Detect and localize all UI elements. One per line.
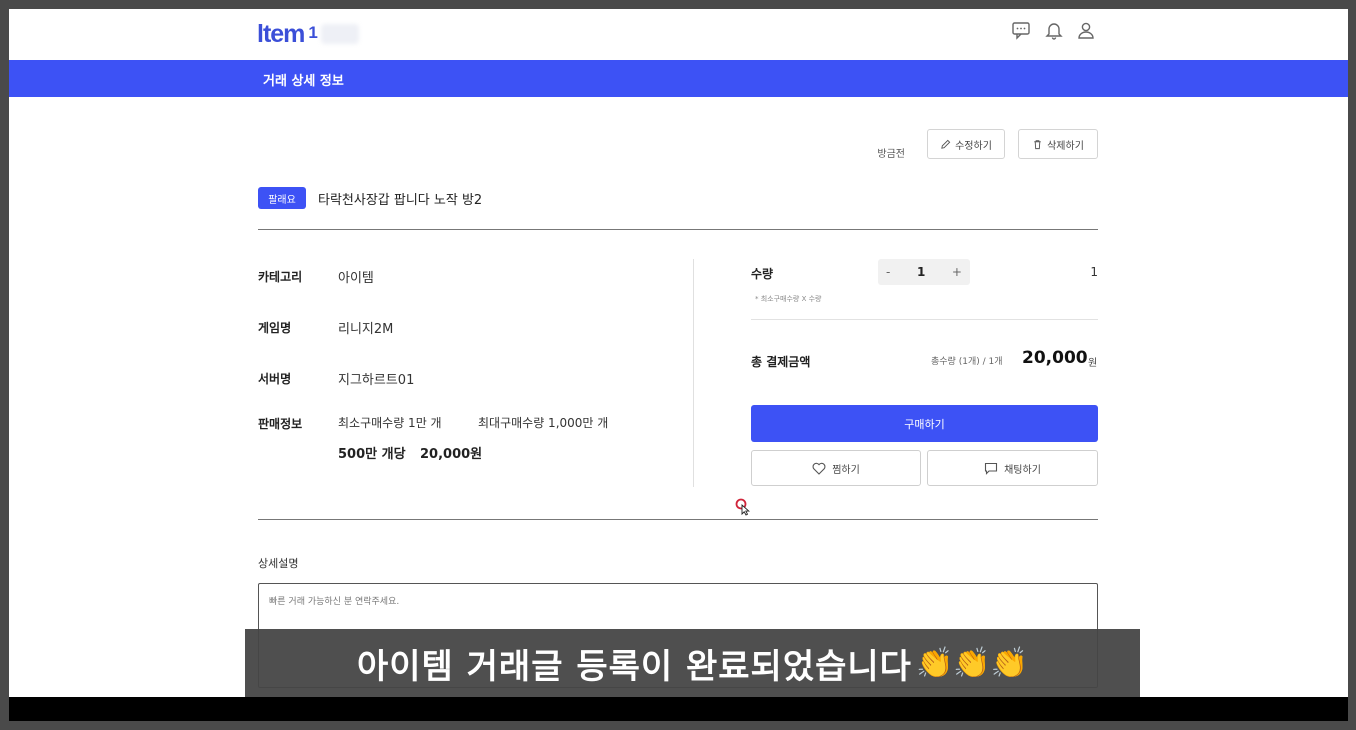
page-title: 거래 상세 정보 [263,74,344,89]
divider [258,519,1098,520]
sale-max-qty: 최대구매수량 1,000만 개 [478,416,609,430]
bell-icon[interactable] [1044,20,1064,40]
game-value: 리니지2M [338,322,394,337]
game-label: 게임명 [258,321,292,335]
sale-info-label: 판매정보 [258,417,303,431]
total-quantity-summary: 총수량 (1개) / 1개 [931,357,1003,367]
message-icon[interactable] [1011,20,1031,40]
delete-button[interactable]: 삭제하기 [1018,129,1098,159]
posted-time: 방금전 [877,149,905,160]
server-label: 서버명 [258,372,292,386]
edit-label: 수정하기 [955,140,992,152]
chat-label: 채팅하기 [1004,464,1041,476]
sale-unit: 500만 개당 [338,447,406,462]
divider [751,319,1098,320]
logo-text: ltem [257,20,305,48]
quantity-total: 1 [1090,265,1098,279]
quantity-decrease-button[interactable]: - [886,265,890,279]
page-header-bar: 거래 상세 정보 [9,60,1348,97]
edit-button[interactable]: 수정하기 [927,129,1005,159]
video-caption: 아이템 거래글 등록이 완료되었습니다 👏👏👏 [245,629,1140,697]
sale-min-qty: 최소구매수량 1만 개 [338,416,442,430]
total-price-amount: 20,000 [1022,348,1088,368]
wishlist-label: 찜하기 [832,464,860,476]
trade-type-badge: 팔래요 [258,187,306,209]
mouse-cursor-icon [735,498,750,516]
blurred-logo-part [320,24,359,44]
vertical-divider [693,259,694,487]
browser-viewport: ltem 1 거래 상세 정보 방금전 수정하기 삭제하기 팔래요 타락천사장갑 … [9,9,1348,721]
letterbox-bar [9,697,1348,721]
logo-sub: 1 [308,23,318,42]
caption-text: 아이템 거래글 등록이 완료되었습니다 [356,646,912,687]
quantity-increase-button[interactable]: + [952,265,962,279]
quantity-value[interactable]: 1 [917,265,925,279]
chat-icon [985,462,998,475]
divider [258,229,1098,230]
heart-icon [812,462,826,475]
sale-price: 20,000원 [420,447,483,462]
description-label: 상세설명 [258,557,299,570]
post-title: 타락천사장갑 팝니다 노작 방2 [318,193,483,208]
quantity-label: 수량 [751,267,774,281]
user-icon[interactable] [1076,20,1096,40]
chat-button[interactable]: 채팅하기 [927,450,1098,486]
trade-detail-content: 방금전 수정하기 삭제하기 팔래요 타락천사장갑 팝니다 노작 방2 카테고리 … [258,97,1098,717]
server-value: 지그하르트01 [338,373,415,388]
pencil-icon [941,139,951,149]
category-label: 카테고리 [258,270,303,284]
buy-button[interactable]: 구매하기 [751,405,1098,442]
top-navigation: ltem 1 [9,9,1348,60]
clapping-hands-icon: 👏👏👏 [915,645,1029,681]
category-value: 아이템 [338,271,374,286]
quantity-stepper: - 1 + [878,259,970,285]
wishlist-button[interactable]: 찜하기 [751,450,921,486]
description-text: 빠른 거래 가능하신 분 연락주세요. [269,597,400,607]
quantity-note: * 최소구매수량 X 수량 [755,295,822,303]
total-price-label: 총 결제금액 [751,355,811,369]
trash-icon [1034,139,1041,149]
delete-label: 삭제하기 [1047,140,1084,152]
site-logo[interactable]: ltem 1 [257,20,359,49]
currency-unit: 원 [1088,358,1098,369]
